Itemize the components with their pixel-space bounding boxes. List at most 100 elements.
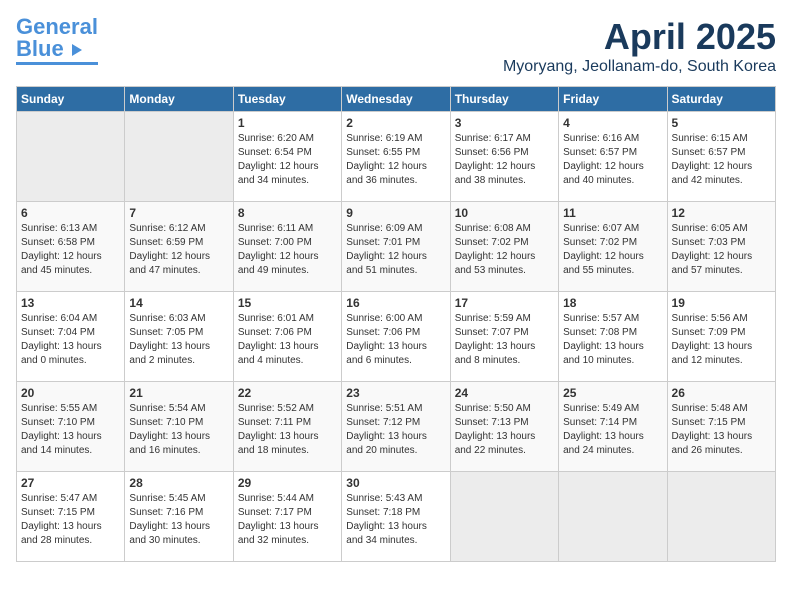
calendar-cell — [17, 112, 125, 202]
day-number: 2 — [346, 116, 445, 130]
day-info: Sunrise: 6:03 AM Sunset: 7:05 PM Dayligh… — [129, 312, 228, 368]
day-info: Sunrise: 5:49 AM Sunset: 7:14 PM Dayligh… — [563, 402, 662, 458]
calendar-cell: 1 Sunrise: 6:20 AM Sunset: 6:54 PM Daylig… — [233, 112, 341, 202]
day-info: Sunrise: 6:09 AM Sunset: 7:01 PM Dayligh… — [346, 222, 445, 278]
day-number: 10 — [455, 206, 554, 220]
calendar-title: April 2025 — [503, 16, 776, 58]
day-number: 3 — [455, 116, 554, 130]
calendar-cell: 5 Sunrise: 6:15 AM Sunset: 6:57 PM Daylig… — [667, 112, 775, 202]
day-number: 18 — [563, 296, 662, 310]
calendar-cell: 17Sunrise: 5:59 AM Sunset: 7:07 PM Dayli… — [450, 292, 558, 382]
logo-underline — [16, 62, 98, 65]
day-info: Sunrise: 5:48 AM Sunset: 7:15 PM Dayligh… — [672, 402, 771, 458]
calendar-cell — [667, 472, 775, 562]
day-info: Sunrise: 6:15 AM Sunset: 6:57 PM Dayligh… — [672, 132, 771, 188]
day-number: 30 — [346, 476, 445, 490]
logo-text: General Blue — [16, 16, 98, 60]
calendar-cell: 14 Sunrise: 6:03 AM Sunset: 7:05 PM Dayli… — [125, 292, 233, 382]
day-number: 9 — [346, 206, 445, 220]
day-info: Sunrise: 5:56 AM Sunset: 7:09 PM Dayligh… — [672, 312, 771, 368]
calendar-cell: 10 Sunrise: 6:08 AM Sunset: 7:02 PM Dayli… — [450, 202, 558, 292]
calendar-cell: 20Sunrise: 5:55 AM Sunset: 7:10 PM Dayli… — [17, 382, 125, 472]
calendar-cell — [450, 472, 558, 562]
calendar-cell: 2Sunrise: 6:19 AM Sunset: 6:55 PM Daylig… — [342, 112, 450, 202]
calendar-cell: 4 Sunrise: 6:16 AM Sunset: 6:57 PM Daylig… — [559, 112, 667, 202]
calendar-cell: 9 Sunrise: 6:09 AM Sunset: 7:01 PM Daylig… — [342, 202, 450, 292]
day-info: Sunrise: 5:44 AM Sunset: 7:17 PM Dayligh… — [238, 492, 337, 548]
logo: General Blue — [16, 16, 98, 65]
week-row-2: 13 Sunrise: 6:04 AM Sunset: 7:04 PM Dayli… — [17, 292, 776, 382]
day-number: 11 — [563, 206, 662, 220]
calendar-cell: 24 Sunrise: 5:50 AM Sunset: 7:13 PM Dayli… — [450, 382, 558, 472]
day-number: 25 — [563, 386, 662, 400]
day-info: Sunrise: 6:17 AM Sunset: 6:56 PM Dayligh… — [455, 132, 554, 188]
calendar-cell — [559, 472, 667, 562]
day-info: Sunrise: 6:04 AM Sunset: 7:04 PM Dayligh… — [21, 312, 120, 368]
day-info: Sunrise: 6:12 AM Sunset: 6:59 PM Dayligh… — [129, 222, 228, 278]
day-number: 4 — [563, 116, 662, 130]
day-number: 15 — [238, 296, 337, 310]
calendar-cell — [125, 112, 233, 202]
weekday-wednesday: Wednesday — [342, 87, 450, 112]
calendar-cell: 26 Sunrise: 5:48 AM Sunset: 7:15 PM Dayli… — [667, 382, 775, 472]
calendar-table: SundayMondayTuesdayWednesdayThursdayFrid… — [16, 86, 776, 562]
day-info: Sunrise: 5:43 AM Sunset: 7:18 PM Dayligh… — [346, 492, 445, 548]
day-number: 16 — [346, 296, 445, 310]
weekday-monday: Monday — [125, 87, 233, 112]
calendar-cell: 8 Sunrise: 6:11 AM Sunset: 7:00 PM Daylig… — [233, 202, 341, 292]
page-header: General Blue April 2025 Myoryang, Jeolla… — [16, 16, 776, 76]
calendar-cell: 25 Sunrise: 5:49 AM Sunset: 7:14 PM Dayli… — [559, 382, 667, 472]
day-number: 27 — [21, 476, 120, 490]
week-row-4: 27 Sunrise: 5:47 AM Sunset: 7:15 PM Dayli… — [17, 472, 776, 562]
calendar-cell: 22 Sunrise: 5:52 AM Sunset: 7:11 PM Dayli… — [233, 382, 341, 472]
day-number: 13 — [21, 296, 120, 310]
day-number: 5 — [672, 116, 771, 130]
week-row-1: 6 Sunrise: 6:13 AM Sunset: 6:58 PM Daylig… — [17, 202, 776, 292]
weekday-sunday: Sunday — [17, 87, 125, 112]
calendar-body: 1 Sunrise: 6:20 AM Sunset: 6:54 PM Daylig… — [17, 112, 776, 562]
day-number: 17 — [455, 296, 554, 310]
day-number: 1 — [238, 116, 337, 130]
day-info: Sunrise: 6:13 AM Sunset: 6:58 PM Dayligh… — [21, 222, 120, 278]
calendar-cell: 15 Sunrise: 6:01 AM Sunset: 7:06 PM Dayli… — [233, 292, 341, 382]
day-number: 14 — [129, 296, 228, 310]
day-info: Sunrise: 6:08 AM Sunset: 7:02 PM Dayligh… — [455, 222, 554, 278]
logo-blue: Blue — [16, 36, 64, 61]
day-number: 22 — [238, 386, 337, 400]
day-number: 26 — [672, 386, 771, 400]
calendar-cell: 12Sunrise: 6:05 AM Sunset: 7:03 PM Dayli… — [667, 202, 775, 292]
calendar-cell: 30 Sunrise: 5:43 AM Sunset: 7:18 PM Dayli… — [342, 472, 450, 562]
day-info: Sunrise: 6:01 AM Sunset: 7:06 PM Dayligh… — [238, 312, 337, 368]
calendar-cell: 18Sunrise: 5:57 AM Sunset: 7:08 PM Dayli… — [559, 292, 667, 382]
day-info: Sunrise: 6:11 AM Sunset: 7:00 PM Dayligh… — [238, 222, 337, 278]
calendar-cell: 27 Sunrise: 5:47 AM Sunset: 7:15 PM Dayli… — [17, 472, 125, 562]
day-info: Sunrise: 5:45 AM Sunset: 7:16 PM Dayligh… — [129, 492, 228, 548]
calendar-cell: 23Sunrise: 5:51 AM Sunset: 7:12 PM Dayli… — [342, 382, 450, 472]
day-number: 28 — [129, 476, 228, 490]
calendar-cell: 13 Sunrise: 6:04 AM Sunset: 7:04 PM Dayli… — [17, 292, 125, 382]
calendar-cell: 19Sunrise: 5:56 AM Sunset: 7:09 PM Dayli… — [667, 292, 775, 382]
day-info: Sunrise: 5:47 AM Sunset: 7:15 PM Dayligh… — [21, 492, 120, 548]
day-info: Sunrise: 5:52 AM Sunset: 7:11 PM Dayligh… — [238, 402, 337, 458]
day-info: Sunrise: 6:00 AM Sunset: 7:06 PM Dayligh… — [346, 312, 445, 368]
week-row-3: 20Sunrise: 5:55 AM Sunset: 7:10 PM Dayli… — [17, 382, 776, 472]
weekday-tuesday: Tuesday — [233, 87, 341, 112]
day-info: Sunrise: 5:51 AM Sunset: 7:12 PM Dayligh… — [346, 402, 445, 458]
day-number: 29 — [238, 476, 337, 490]
day-number: 20 — [21, 386, 120, 400]
day-info: Sunrise: 6:20 AM Sunset: 6:54 PM Dayligh… — [238, 132, 337, 188]
day-info: Sunrise: 6:16 AM Sunset: 6:57 PM Dayligh… — [563, 132, 662, 188]
day-number: 7 — [129, 206, 228, 220]
day-info: Sunrise: 5:54 AM Sunset: 7:10 PM Dayligh… — [129, 402, 228, 458]
calendar-cell: 7 Sunrise: 6:12 AM Sunset: 6:59 PM Daylig… — [125, 202, 233, 292]
weekday-saturday: Saturday — [667, 87, 775, 112]
logo-arrow-icon — [72, 44, 82, 56]
day-info: Sunrise: 5:50 AM Sunset: 7:13 PM Dayligh… — [455, 402, 554, 458]
weekday-header-row: SundayMondayTuesdayWednesdayThursdayFrid… — [17, 87, 776, 112]
day-number: 24 — [455, 386, 554, 400]
calendar-cell: 3 Sunrise: 6:17 AM Sunset: 6:56 PM Daylig… — [450, 112, 558, 202]
day-number: 8 — [238, 206, 337, 220]
title-block: April 2025 Myoryang, Jeollanam-do, South… — [503, 16, 776, 76]
day-number: 6 — [21, 206, 120, 220]
calendar-subtitle: Myoryang, Jeollanam-do, South Korea — [503, 58, 776, 76]
